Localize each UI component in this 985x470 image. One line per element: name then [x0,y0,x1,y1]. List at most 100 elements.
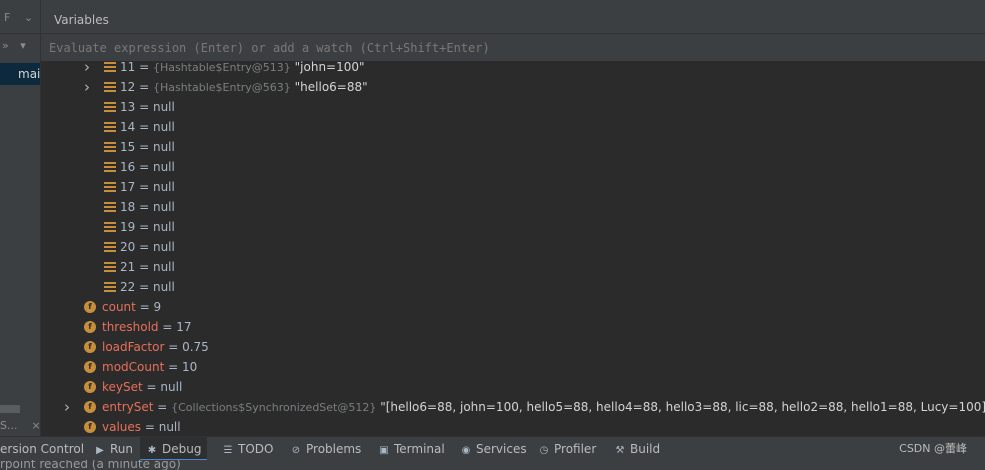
object-reference: {Hashtable$Entry@563} [152,81,291,94]
field-icon: f [84,301,96,313]
variable-name: 21 [120,260,136,274]
expand-chevron-icon[interactable]: › [84,77,94,97]
field-icon: f [84,421,96,433]
variable-name: entrySet [102,400,154,414]
tool-tab-label: Profiler [554,442,597,456]
field-row[interactable]: f keySet = null [41,377,985,397]
array-element-row[interactable]: 22 = null [41,277,985,297]
array-element-icon [104,201,116,213]
variable-name: 20 [120,240,136,254]
tool-tab-terminal[interactable]: ▣ Terminal [378,437,445,461]
tool-tab-label: Terminal [394,442,445,456]
variable-name: 14 [120,120,136,134]
variables-title: Variables [54,13,109,27]
close-icon[interactable]: × [31,419,40,432]
variable-name: 12 [120,80,136,94]
field-icon: f [84,361,96,373]
tool-tab-debug[interactable]: ✱ Debug [140,437,208,461]
variable-value: null [152,200,175,214]
tool-tab-run[interactable]: ▶ Run [94,437,133,461]
field-row[interactable]: f count = 9 [41,297,985,317]
field-row[interactable]: f loadFactor = 0.75 [41,337,985,357]
array-element-icon [104,101,116,113]
tool-tab-problems[interactable]: ⊘ Problems [290,437,362,461]
variable-value: "john=100" [294,60,365,74]
array-element-icon [104,141,116,153]
expand-chevron-icon[interactable]: › [84,57,94,77]
services-tab-label: S... [0,419,18,432]
variable-name: 15 [120,140,136,154]
array-element-icon [104,281,116,293]
variable-name: 19 [120,220,136,234]
frames-panel: F ⌄ » ▾ mai S... × [0,0,41,436]
services-tab[interactable]: S... × [0,419,40,432]
frames-label: F [4,11,11,24]
field-row[interactable]: f modCount = 10 [41,357,985,377]
tool-tab-label: ersion Control [0,442,85,456]
tool-tab-label: Services [476,442,527,456]
tool-tab-profiler[interactable]: ◷ Profiler [538,437,597,461]
current-frame-item[interactable]: mai [0,63,40,85]
variable-value: 9 [153,300,162,314]
array-element-icon [104,161,116,173]
variable-name: 13 [120,100,136,114]
expand-chevron-icon[interactable]: › [64,397,74,417]
field-row[interactable]: f values = null [41,417,985,436]
array-element-row[interactable]: 20 = null [41,237,985,257]
array-element-icon [104,61,116,73]
array-element-row[interactable]: 16 = null [41,157,985,177]
array-element-row[interactable]: 14 = null [41,117,985,137]
variable-name: 16 [120,160,136,174]
variables-header: Variables [41,0,985,34]
tool-tab-ersion-control[interactable]: ersion Control [0,437,84,461]
variable-value: null [152,220,175,234]
variable-name: threshold [102,320,159,334]
variable-name: loadFactor [102,340,165,354]
tool-tab-build[interactable]: ⚒ Build [614,437,661,461]
array-element-row[interactable]: 17 = null [41,177,985,197]
variable-value: null [152,120,175,134]
divider [0,33,40,34]
chevron-down-icon[interactable]: ⌄ [24,11,33,24]
variable-value: null [152,100,175,114]
field-icon: f [84,401,96,413]
array-element-icon [104,81,116,93]
variable-value: null [152,140,175,154]
variable-value: "hello6=88" [294,80,368,94]
variable-name: values [102,420,142,434]
variable-value: 10 [181,360,198,374]
array-element-row[interactable]: 19 = null [41,217,985,237]
array-element-row[interactable]: › 11 = {Hashtable$Entry@513} "john=100" [41,57,985,77]
array-element-row[interactable]: 13 = null [41,97,985,117]
status-bar: rpoint reached (a minute ago) [0,460,985,470]
variable-name: 22 [120,280,136,294]
variable-name: 11 [120,60,136,74]
array-element-icon [104,121,116,133]
tool-tab-services[interactable]: ◉ Services [460,437,527,461]
tool-tab-todo[interactable]: ☰ TODO [222,437,274,461]
array-element-icon [104,261,116,273]
array-element-row[interactable]: › 12 = {Hashtable$Entry@563} "hello6=88" [41,77,985,97]
watermark: CSDN @蕾峰 [899,442,967,455]
field-row[interactable]: › f entrySet = {Collections$SynchronizedSe… [41,397,985,417]
tool-tab-label: Problems [306,442,362,456]
tool-tab-label: Debug [162,442,202,456]
variable-name: modCount [102,360,165,374]
variable-value: 17 [176,320,192,334]
field-row[interactable]: f threshold = 17 [41,317,985,337]
field-icon: f [84,381,96,393]
object-reference: {Hashtable$Entry@513} [152,61,291,74]
array-element-icon [104,221,116,233]
array-element-icon [104,181,116,193]
variables-tree: › 11 = {Hashtable$Entry@513} "john=100" › 1… [41,57,985,436]
field-icon: f [84,341,96,353]
dropdown-arrow-icon[interactable]: ▾ [20,39,26,52]
more-chevron-icon[interactable]: » [2,39,9,52]
variable-name: 18 [120,200,136,214]
array-element-row[interactable]: 21 = null [41,257,985,277]
array-element-row[interactable]: 18 = null [41,197,985,217]
variable-value: null [152,160,175,174]
tool-tab-label: TODO [238,442,274,456]
horizontal-scrollbar[interactable] [0,405,20,413]
array-element-row[interactable]: 15 = null [41,137,985,157]
